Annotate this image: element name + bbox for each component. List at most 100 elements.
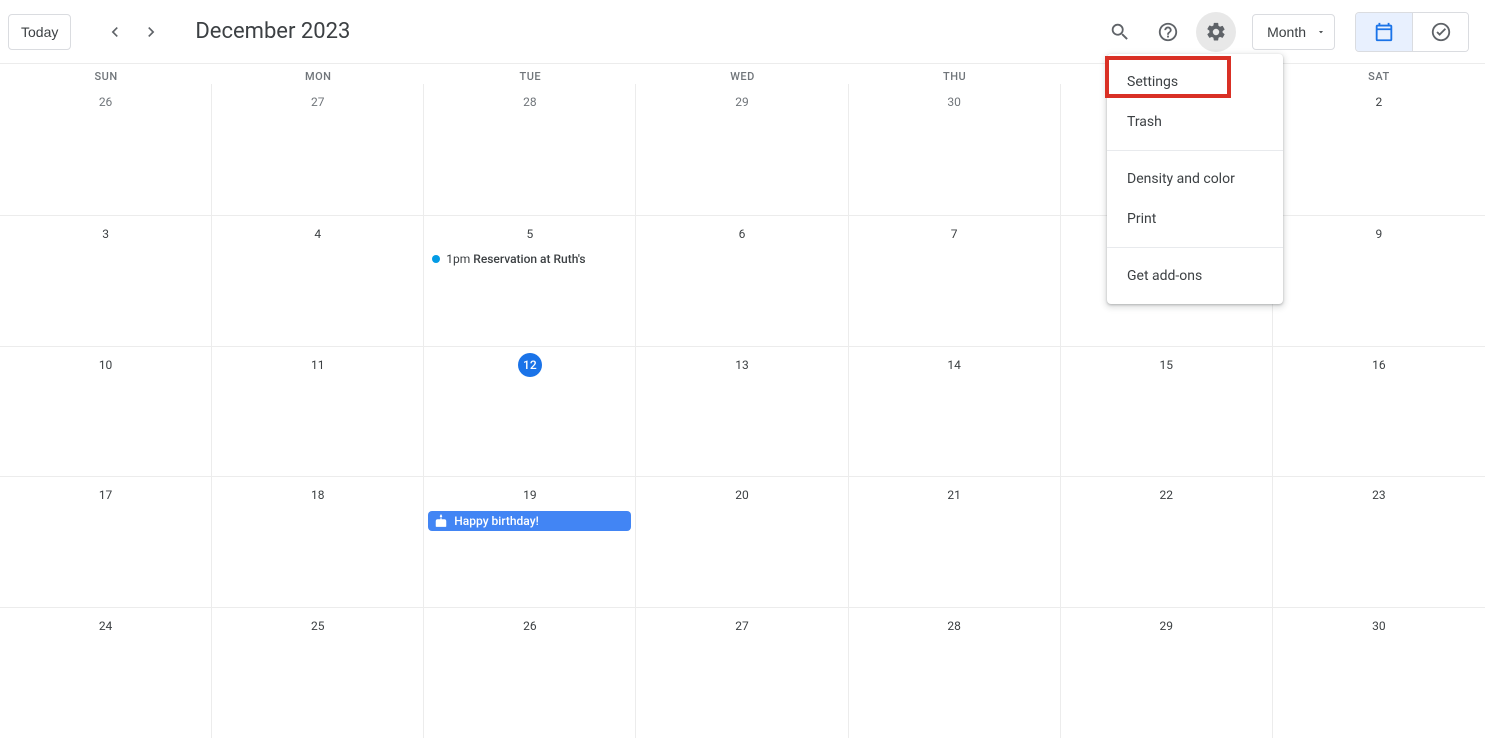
weekday-header: SUN bbox=[0, 64, 212, 84]
task-check-icon bbox=[1430, 21, 1452, 43]
day-cell[interactable]: 24 bbox=[0, 608, 212, 738]
view-select[interactable]: Month bbox=[1252, 14, 1335, 50]
prev-month-button[interactable] bbox=[99, 16, 131, 48]
weekday-header: TUE bbox=[424, 64, 636, 84]
event-timed[interactable]: 1pm Reservation at Ruth's bbox=[428, 250, 631, 268]
calendar-icon bbox=[1373, 21, 1395, 43]
day-cell[interactable]: 29 bbox=[1061, 608, 1273, 738]
day-cell[interactable]: 30 bbox=[1273, 608, 1485, 738]
day-cell[interactable]: 23 bbox=[1273, 477, 1485, 607]
day-cell[interactable]: 17 bbox=[0, 477, 212, 607]
day-cell[interactable]: 30 bbox=[849, 84, 1061, 215]
day-cell[interactable]: 6 bbox=[636, 216, 848, 346]
today-button[interactable]: Today bbox=[8, 14, 71, 50]
menu-item-trash[interactable]: Trash bbox=[1107, 102, 1283, 142]
day-number: 20 bbox=[636, 483, 847, 507]
tasks-view-button[interactable] bbox=[1412, 13, 1468, 51]
day-cell[interactable]: 18 bbox=[212, 477, 424, 607]
day-cell[interactable]: 28 bbox=[849, 608, 1061, 738]
menu-divider bbox=[1107, 247, 1283, 248]
day-number: 4 bbox=[212, 222, 423, 246]
day-number: 7 bbox=[849, 222, 1060, 246]
chevron-left-icon bbox=[105, 22, 125, 42]
day-number: 2 bbox=[1273, 90, 1485, 114]
caret-down-icon bbox=[1316, 27, 1326, 37]
day-cell[interactable]: 25 bbox=[212, 608, 424, 738]
day-cell[interactable]: 16 bbox=[1273, 347, 1485, 477]
nav-arrows bbox=[99, 16, 167, 48]
day-number: 24 bbox=[0, 614, 211, 638]
day-cell[interactable]: 14 bbox=[849, 347, 1061, 477]
event-allday[interactable]: Happy birthday! bbox=[428, 511, 631, 531]
day-number: 14 bbox=[849, 353, 1060, 377]
weekday-header: THU bbox=[849, 64, 1061, 84]
day-number: 10 bbox=[0, 353, 211, 377]
day-number: 13 bbox=[636, 353, 847, 377]
day-cell[interactable]: 22 bbox=[1061, 477, 1273, 607]
settings-button[interactable] bbox=[1196, 12, 1236, 52]
day-number-today: 12 bbox=[518, 353, 542, 377]
day-number: 28 bbox=[849, 614, 1060, 638]
search-button[interactable] bbox=[1100, 12, 1140, 52]
day-number: 22 bbox=[1061, 483, 1272, 507]
day-events: Happy birthday! bbox=[424, 511, 635, 531]
weekday-header: SAT bbox=[1273, 64, 1485, 84]
gear-icon bbox=[1205, 21, 1227, 43]
next-month-button[interactable] bbox=[135, 16, 167, 48]
day-cell[interactable]: 13 bbox=[636, 347, 848, 477]
menu-item-get-add-ons[interactable]: Get add-ons bbox=[1107, 256, 1283, 296]
day-cell[interactable]: 27 bbox=[212, 84, 424, 215]
day-number: 28 bbox=[424, 90, 635, 114]
day-cell[interactable]: 20 bbox=[636, 477, 848, 607]
day-number: 21 bbox=[849, 483, 1060, 507]
day-number: 29 bbox=[636, 90, 847, 114]
day-number: 6 bbox=[636, 222, 847, 246]
day-cell[interactable]: 29 bbox=[636, 84, 848, 215]
menu-item-print[interactable]: Print bbox=[1107, 199, 1283, 239]
day-number: 16 bbox=[1273, 353, 1485, 377]
chevron-right-icon bbox=[141, 22, 161, 42]
day-cell[interactable]: 19 Happy birthday! bbox=[424, 477, 636, 607]
day-number: 18 bbox=[212, 483, 423, 507]
day-cell[interactable]: 12 bbox=[424, 347, 636, 477]
help-icon bbox=[1157, 21, 1179, 43]
day-cell[interactable]: 3 bbox=[0, 216, 212, 346]
calendar-week: 1011 12 13141516 bbox=[0, 346, 1485, 477]
day-cell[interactable]: 2 bbox=[1273, 84, 1485, 215]
view-select-label: Month bbox=[1267, 24, 1306, 40]
day-cell[interactable]: 21 bbox=[849, 477, 1061, 607]
day-cell[interactable]: 27 bbox=[636, 608, 848, 738]
cake-icon bbox=[434, 514, 448, 528]
day-number: 30 bbox=[849, 90, 1060, 114]
day-number: 27 bbox=[212, 90, 423, 114]
day-cell[interactable]: 5 1pm Reservation at Ruth's bbox=[424, 216, 636, 346]
menu-item-settings[interactable]: Settings bbox=[1107, 62, 1283, 102]
day-cell[interactable]: 26 bbox=[424, 608, 636, 738]
settings-menu: SettingsTrash Density and colorPrint Get a… bbox=[1107, 54, 1283, 304]
day-cell[interactable]: 26 bbox=[0, 84, 212, 215]
calendar-view-button[interactable] bbox=[1356, 13, 1412, 51]
day-number: 9 bbox=[1273, 222, 1485, 246]
day-number: 5 bbox=[424, 222, 635, 246]
day-cell[interactable]: 11 bbox=[212, 347, 424, 477]
day-cell[interactable]: 4 bbox=[212, 216, 424, 346]
month-year-title: December 2023 bbox=[195, 19, 350, 44]
day-cell[interactable]: 9 bbox=[1273, 216, 1485, 346]
event-dot-icon bbox=[432, 255, 440, 263]
weekday-header: MON bbox=[212, 64, 424, 84]
day-cell[interactable]: 15 bbox=[1061, 347, 1273, 477]
day-cell[interactable]: 7 bbox=[849, 216, 1061, 346]
day-number: 17 bbox=[0, 483, 211, 507]
day-number: 11 bbox=[212, 353, 423, 377]
day-number: 19 bbox=[424, 483, 635, 507]
event-label: 1pm Reservation at Ruth's bbox=[446, 252, 585, 266]
day-number: 15 bbox=[1061, 353, 1272, 377]
day-number: 30 bbox=[1273, 614, 1485, 638]
support-button[interactable] bbox=[1148, 12, 1188, 52]
day-cell[interactable]: 10 bbox=[0, 347, 212, 477]
weekday-header: WED bbox=[636, 64, 848, 84]
day-cell[interactable]: 28 bbox=[424, 84, 636, 215]
today-button-label: Today bbox=[21, 24, 58, 40]
menu-item-density-and-color[interactable]: Density and color bbox=[1107, 159, 1283, 199]
day-number: 27 bbox=[636, 614, 847, 638]
